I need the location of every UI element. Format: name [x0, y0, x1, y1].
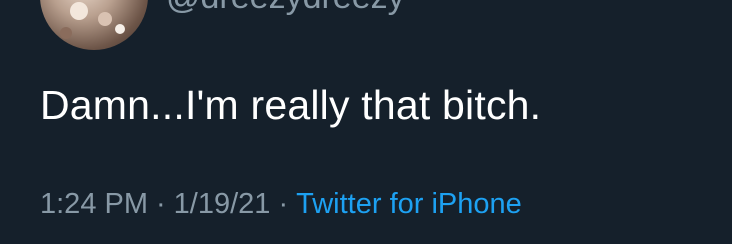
separator-dot: ·	[278, 188, 289, 220]
avatar[interactable]	[40, 0, 148, 50]
tweet-detail: @dreezydreezy Damn...I'm really that bit…	[0, 0, 732, 244]
avatar-detail	[115, 24, 125, 34]
avatar-detail	[60, 27, 72, 39]
tweet-text: Damn...I'm really that bitch.	[40, 82, 542, 128]
tweet-date[interactable]: 1/19/21	[174, 188, 271, 220]
avatar-detail	[98, 12, 112, 26]
avatar-detail	[70, 2, 88, 20]
tweet-time[interactable]: 1:24 PM	[40, 188, 148, 220]
separator-dot: ·	[156, 188, 166, 220]
user-handle[interactable]: @dreezydreezy	[166, 0, 405, 17]
tweet-source-link[interactable]: Twitter for iPhone	[296, 188, 522, 220]
tweet-metadata: 1:24 PM · 1/19/21 · Twitter for iPhone	[40, 188, 522, 221]
